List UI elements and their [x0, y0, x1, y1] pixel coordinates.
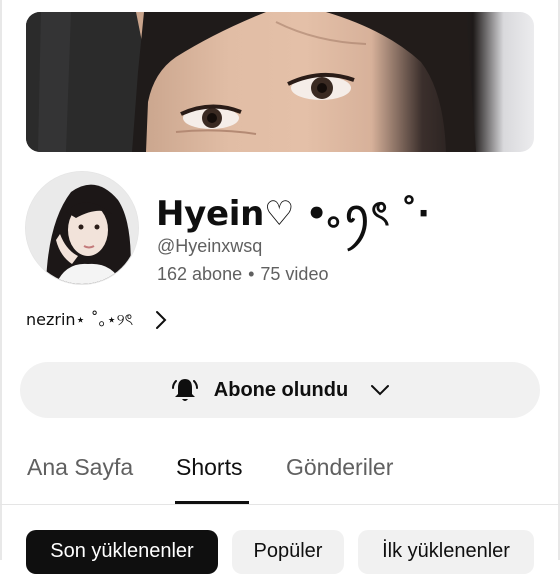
tab-home[interactable]: Ana Sayfa — [27, 454, 133, 481]
subscribed-label: Abone olundu — [213, 378, 349, 401]
filter-chip-latest[interactable]: Son yüklenenler — [26, 530, 218, 574]
channel-handle: @Hyeinxwsq — [157, 236, 263, 256]
stats-separator: • — [248, 264, 255, 284]
tab-shorts[interactable]: Shorts — [176, 454, 242, 481]
active-tab-indicator — [175, 501, 249, 504]
channel-links[interactable]: nezrin⋆ ˚｡⋆୨ৎ — [26, 307, 169, 333]
channel-banner — [26, 12, 534, 152]
bell-filled-icon — [171, 379, 198, 401]
subscribed-button[interactable]: Abone olundu — [20, 362, 540, 418]
channel-link-text: nezrin⋆ ˚｡⋆୨ৎ — [26, 310, 134, 329]
filter-chip-popular[interactable]: Popüler — [232, 530, 344, 574]
chevron-down-icon — [371, 385, 390, 396]
video-count: 75 video — [260, 264, 329, 284]
channel-avatar[interactable] — [26, 172, 138, 284]
channel-stats: 162 abone • 75 video — [157, 264, 328, 285]
chevron-right-icon — [156, 311, 167, 329]
filter-chip-oldest[interactable]: İlk yüklenenler — [358, 530, 534, 574]
tab-posts[interactable]: Gönderiler — [286, 454, 393, 481]
channel-tabs: Ana Sayfa Shorts Gönderiler — [0, 440, 560, 505]
subscriber-count: 162 abone — [157, 264, 243, 284]
